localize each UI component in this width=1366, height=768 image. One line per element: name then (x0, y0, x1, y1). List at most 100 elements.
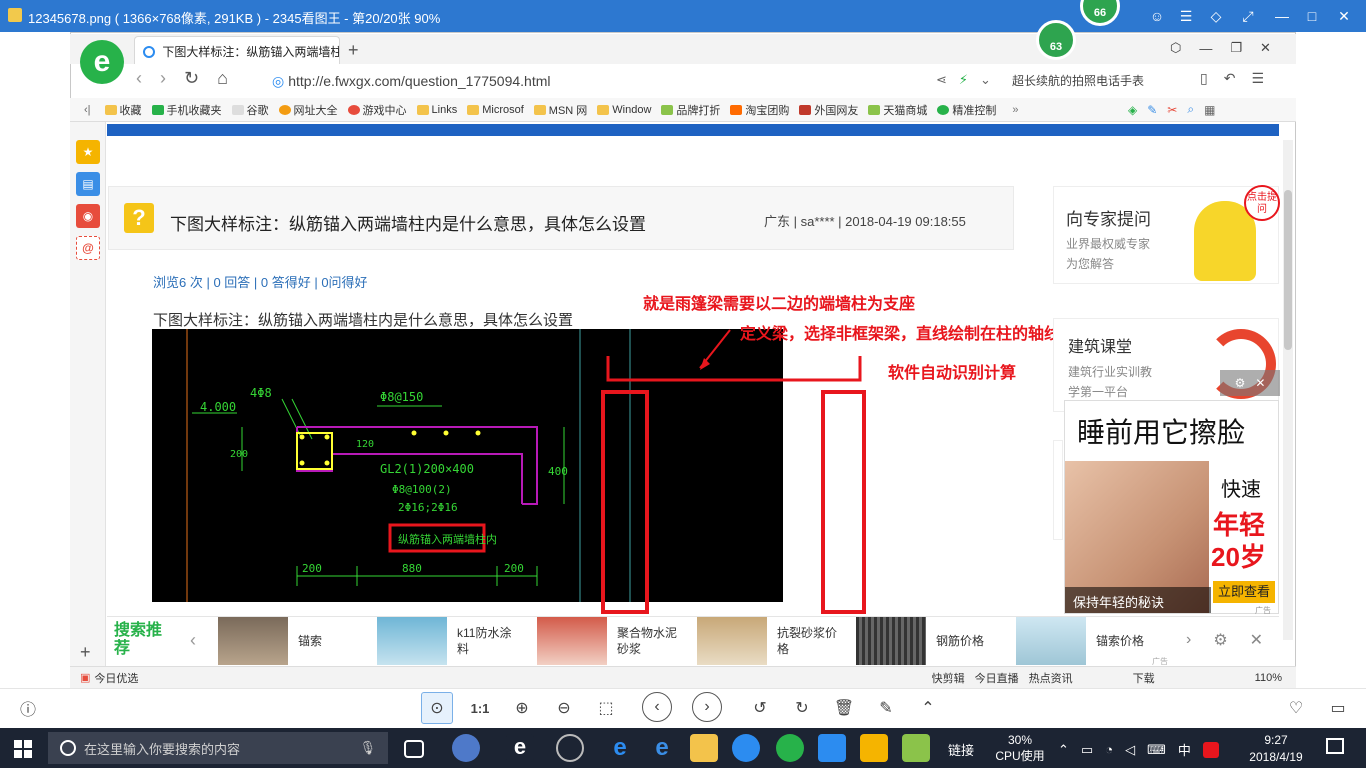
url-bar[interactable]: ◎ http://e.fwxgx.com/question_1775094.ht… (272, 70, 992, 92)
clock[interactable]: 9:27 2018/4/19 (1244, 732, 1308, 766)
ad-controls[interactable]: ⚙ ✕ (1220, 370, 1280, 396)
bookmark-item[interactable]: 手机收藏夹 (151, 102, 222, 118)
refresh-icon[interactable]: ↻ (184, 68, 199, 89)
cpu-indicator[interactable]: 30% CPU使用 (990, 732, 1050, 764)
battery-icon[interactable]: ▭ (1081, 742, 1093, 758)
network-icon[interactable]: ◔ (1105, 742, 1113, 757)
status-item[interactable]: 快剪辑 (932, 670, 965, 686)
taskbar-link-label[interactable]: 链接 (948, 740, 974, 759)
gear-icon[interactable]: ⚙ (1213, 630, 1227, 650)
bookmark-item[interactable]: 外国网友 (799, 102, 858, 118)
sogou-icon[interactable] (1202, 741, 1219, 758)
recommend-item[interactable]: 锚索 (218, 616, 358, 666)
status-item[interactable]: 热点资讯 (1029, 670, 1073, 686)
bookmark-item[interactable]: 天猫商城 (868, 102, 927, 118)
question-stats[interactable]: 浏览6 次 | 0 回答 | 0 答得好 | 0问得好 (153, 272, 368, 291)
fit-icon[interactable]: ⊙ (421, 692, 453, 724)
keyboard-icon[interactable]: ⌨ (1147, 742, 1166, 758)
folder-icon[interactable]: ▭ (1322, 692, 1354, 724)
today-pick-label[interactable]: 今日优选 (94, 670, 138, 686)
menu-icon[interactable]: ☰ (1251, 70, 1264, 87)
zoom-out-icon[interactable]: ⊖ (548, 692, 580, 724)
course-card[interactable]: 建筑课堂 建筑行业实训教 学第一平台 (1053, 318, 1279, 412)
shield-icon[interactable]: ◈ (1128, 103, 1137, 117)
notification-icon[interactable] (1326, 738, 1344, 754)
scrollbar-thumb[interactable] (1284, 190, 1292, 350)
zoom-in-icon[interactable]: ⊕ (506, 692, 538, 724)
close-icon[interactable]: ✕ (1250, 630, 1263, 650)
bookmark-folder[interactable]: MSN 网 (533, 102, 587, 118)
tab-question[interactable]: 下图大样标注：纵筋锚入两端墙柱 ✕ (134, 36, 340, 64)
start-button[interactable] (14, 740, 32, 758)
edit-icon[interactable]: ✎ (870, 692, 902, 724)
close-icon[interactable]: ✕ (1255, 376, 1265, 390)
home-icon[interactable]: ⌂ (217, 68, 228, 89)
mail-icon[interactable]: @ (76, 236, 100, 260)
ime-indicator[interactable]: 中 (1178, 740, 1191, 759)
lightning-icon[interactable]: ⚡ (959, 72, 968, 88)
bookmark-item[interactable]: 精准控制 (937, 102, 996, 118)
app-fan-icon[interactable] (452, 734, 480, 762)
prev-image-button[interactable]: ‹ (642, 692, 672, 722)
back-icon[interactable]: ‹ (136, 68, 142, 89)
zoom-level[interactable]: 110% (1255, 672, 1282, 684)
page-scrollbar[interactable] (1283, 140, 1293, 640)
app-spiral-icon[interactable] (556, 734, 584, 762)
shirt-icon[interactable]: ⬡ (1170, 40, 1181, 56)
recommend-item[interactable]: 聚合物水泥砂浆 (537, 616, 677, 666)
minimize-button[interactable]: — (1270, 4, 1294, 28)
face-ad[interactable]: 睡前用它擦脸 快速 年轻 20岁 保持年轻的秘诀 立即查看 广告 (1064, 400, 1279, 615)
bookmark-item[interactable]: 淘宝团购 (730, 102, 789, 118)
undo-icon[interactable]: ↶ (1224, 70, 1236, 87)
bookmark-folder[interactable]: Microsof (467, 104, 524, 116)
prev-icon[interactable]: ‹ (190, 630, 196, 651)
forward-icon[interactable]: › (160, 68, 166, 89)
app-e-icon[interactable]: e (506, 734, 534, 762)
next-icon[interactable]: › (1186, 631, 1191, 649)
mic-icon[interactable]: 🎙 (359, 740, 376, 756)
chevron-down-icon[interactable]: ⌄ (980, 72, 991, 88)
menu-icon[interactable]: ☰ (1174, 4, 1198, 28)
bookmark-item[interactable]: 游戏中心 (347, 102, 407, 118)
search-icon[interactable]: ⌕ (1187, 102, 1194, 117)
status-item[interactable]: 下载 (1133, 670, 1155, 686)
rotate-right-icon[interactable]: ↻ (786, 692, 818, 724)
info-icon[interactable]: ⓘ (12, 692, 44, 724)
promo-link[interactable]: 超长续航的拍照电话手表 (1012, 72, 1144, 89)
next-image-button[interactable]: › (692, 692, 722, 722)
bookmark-item[interactable]: 谷歌 (231, 102, 269, 118)
task-view-icon[interactable] (404, 740, 424, 758)
browser-360-icon[interactable] (776, 734, 804, 762)
ask-bubble[interactable]: 点击提问 (1244, 185, 1280, 221)
ad-cta-button[interactable]: 立即查看 (1213, 581, 1275, 603)
bookmark-item[interactable]: 网址大全 (278, 102, 338, 118)
browser-logo-icon[interactable]: e (80, 40, 124, 84)
crop-icon[interactable]: ⬚ (590, 692, 622, 724)
volume-icon[interactable]: ◁ (1125, 742, 1135, 758)
more-bookmarks-icon[interactable]: » (1012, 104, 1018, 116)
bookmark-item[interactable]: 收藏 (104, 102, 142, 118)
ask-expert-card[interactable]: 向专家提问 业界最权威专家 为您解答 点击提问 (1053, 185, 1280, 284)
taskbar-search[interactable]: 在这里输入你要搜索的内容 🎙 (48, 732, 388, 764)
file-explorer-icon[interactable] (690, 734, 718, 762)
status-item[interactable]: 今日直播 (975, 670, 1019, 686)
sidebar-add-icon[interactable]: + (80, 642, 91, 663)
browser-close-button[interactable]: ✕ (1260, 40, 1271, 56)
shirt-icon[interactable]: ◇ (1204, 4, 1228, 28)
favorites-star-icon[interactable]: ★ (76, 140, 100, 164)
new-tab-icon[interactable]: + (348, 40, 359, 61)
app-note-icon[interactable] (860, 734, 888, 762)
rotate-left-icon[interactable]: ↺ (744, 692, 776, 724)
delete-icon[interactable]: 🗑 (828, 692, 860, 724)
bookmark-folder[interactable]: Window (597, 104, 651, 116)
scissors-icon[interactable]: ✂ (1167, 103, 1177, 117)
favorite-heart-icon[interactable]: ♡ (1280, 692, 1312, 724)
bookmark-folder[interactable]: Links (416, 104, 457, 116)
close-button[interactable]: ✕ (1332, 4, 1356, 28)
reader-icon[interactable]: ▤ (76, 172, 100, 196)
recommend-item[interactable]: k11防水涂料 (377, 616, 517, 666)
score-badge-browser[interactable]: 63 (1036, 20, 1076, 60)
recommend-item[interactable]: 锚索价格 (1016, 616, 1156, 666)
bookmark-item[interactable]: 品牌打折 (661, 102, 720, 118)
gear-icon[interactable]: ⚙ (1235, 376, 1246, 390)
